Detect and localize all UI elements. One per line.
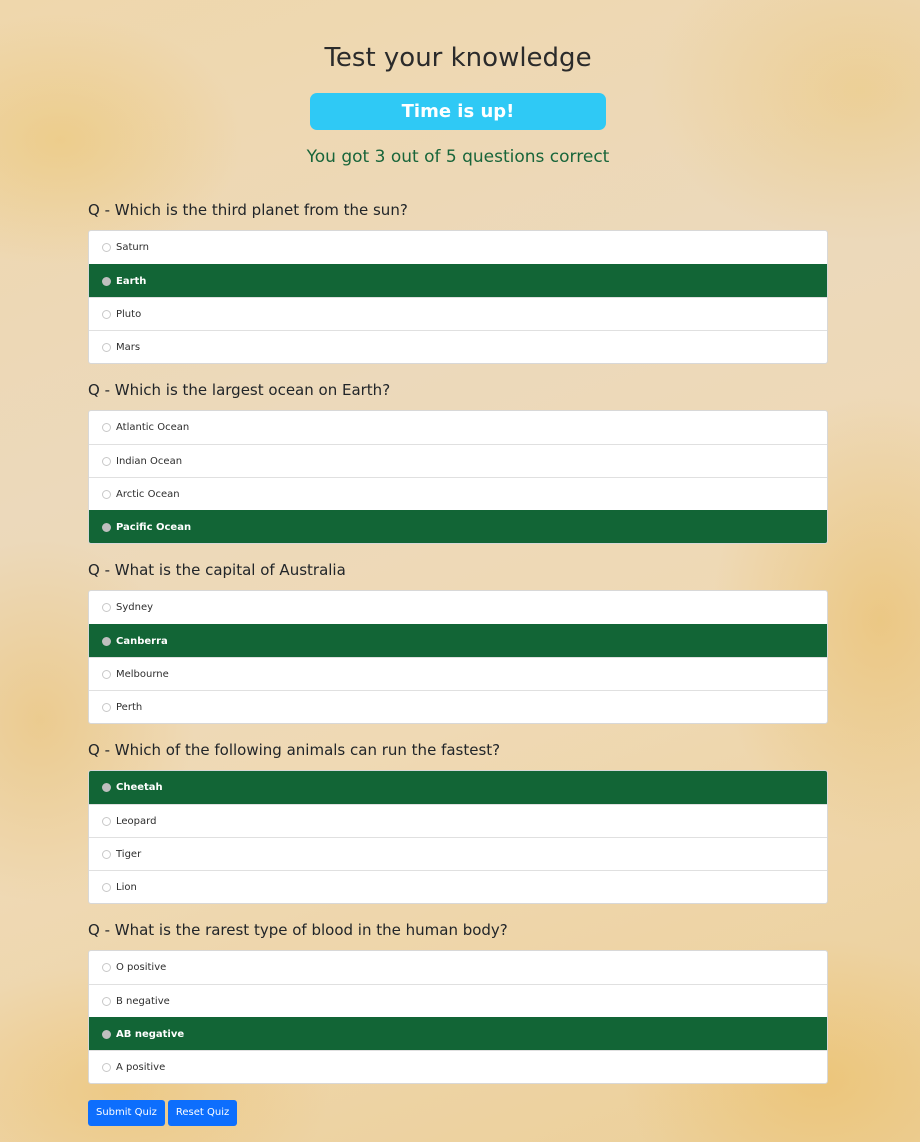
option-label: Sydney (116, 602, 154, 613)
option-b-negative[interactable]: B negative (89, 984, 827, 1017)
option-label: Melbourne (116, 668, 169, 680)
radio-icon (102, 456, 111, 466)
options-list: O positive B negative AB negative A posi… (88, 950, 828, 1084)
option-label: Perth (116, 701, 143, 713)
radio-icon (102, 1062, 111, 1072)
radio-icon (102, 783, 111, 792)
radio-icon (102, 342, 111, 352)
option-label: Earth (116, 275, 147, 287)
option-label: Indian Ocean (116, 455, 183, 467)
option-cheetah[interactable]: Cheetah (89, 771, 827, 804)
option-saturn[interactable]: Saturn (89, 231, 827, 264)
radio-icon (102, 276, 111, 286)
option-sydney[interactable]: Sydney (89, 591, 827, 624)
radio-icon (102, 702, 111, 712)
option-tiger[interactable]: Tiger (89, 837, 827, 870)
question-2: Q - Which is the largest ocean on Earth?… (88, 379, 828, 544)
question-5: Q - What is the rarest type of blood in … (88, 919, 828, 1084)
option-mars[interactable]: Mars (89, 330, 827, 363)
option-pluto[interactable]: Pluto (89, 297, 827, 330)
radio-icon (102, 816, 111, 826)
option-ab-negative[interactable]: AB negative (89, 1017, 827, 1050)
option-arctic-ocean[interactable]: Arctic Ocean (89, 477, 827, 510)
options-list: Atlantic Ocean Indian Ocean Arctic Ocean… (88, 410, 828, 544)
page-title: Test your knowledge (324, 43, 592, 73)
question-text: Q - What is the rarest type of blood in … (88, 921, 508, 939)
option-label: B negative (116, 995, 170, 1007)
radio-icon (102, 1029, 111, 1039)
radio-icon (102, 489, 111, 499)
score-text: You got 3 out of 5 questions correct (306, 147, 610, 167)
option-label: Atlantic Ocean (116, 422, 190, 433)
option-label: AB negative (116, 1028, 185, 1040)
option-label: Leopard (116, 815, 157, 827)
option-canberra[interactable]: Canberra (89, 624, 827, 657)
question-text: Q - Which is the third planet from the s… (88, 201, 408, 219)
option-earth[interactable]: Earth (89, 264, 827, 297)
option-label: Tiger (116, 848, 142, 860)
button-group: Submit Quiz Reset Quiz (88, 1100, 240, 1126)
radio-icon (102, 636, 111, 646)
option-melbourne[interactable]: Melbourne (89, 657, 827, 690)
option-label: Canberra (116, 635, 168, 647)
question-4: Q - Which of the following animals can r… (88, 739, 828, 904)
option-o-positive[interactable]: O positive (89, 951, 827, 984)
option-pacific-ocean[interactable]: Pacific Ocean (89, 510, 827, 543)
radio-icon (102, 849, 111, 859)
reset-quiz-button[interactable]: Reset Quiz (167, 1100, 238, 1126)
question-text: Q - Which of the following animals can r… (88, 741, 501, 759)
radio-icon (102, 963, 111, 972)
option-label: Pacific Ocean (116, 521, 192, 533)
radio-icon (102, 309, 111, 319)
options-list: Saturn Earth Pluto Mars (88, 230, 828, 364)
radio-icon (102, 243, 111, 252)
options-list: Cheetah Leopard Tiger Lion (88, 770, 828, 904)
option-lion[interactable]: Lion (89, 870, 827, 903)
option-label: Lion (116, 881, 137, 893)
radio-icon (102, 522, 111, 532)
question-text: Q - Which is the largest ocean on Earth? (88, 381, 391, 399)
option-label: Cheetah (116, 782, 163, 793)
submit-quiz-button[interactable]: Submit Quiz (88, 1100, 165, 1126)
option-label: Saturn (116, 242, 150, 253)
option-a-positive[interactable]: A positive (89, 1050, 827, 1083)
question-1: Q - Which is the third planet from the s… (88, 199, 828, 364)
question-text: Q - What is the capital of Australia (88, 561, 346, 579)
option-label: Arctic Ocean (116, 488, 180, 500)
options-list: Sydney Canberra Melbourne Perth (88, 590, 828, 724)
option-atlantic-ocean[interactable]: Atlantic Ocean (89, 411, 827, 444)
timer-badge: Time is up! (310, 93, 606, 130)
radio-icon (102, 669, 111, 679)
option-label: Mars (116, 341, 141, 353)
radio-icon (102, 882, 111, 892)
option-label: A positive (116, 1061, 166, 1073)
option-perth[interactable]: Perth (89, 690, 827, 723)
option-label: Pluto (116, 308, 142, 320)
option-indian-ocean[interactable]: Indian Ocean (89, 444, 827, 477)
question-3: Q - What is the capital of Australia Syd… (88, 559, 828, 724)
option-leopard[interactable]: Leopard (89, 804, 827, 837)
radio-icon (102, 603, 111, 612)
radio-icon (102, 423, 111, 432)
option-label: O positive (116, 962, 167, 973)
radio-icon (102, 996, 111, 1006)
